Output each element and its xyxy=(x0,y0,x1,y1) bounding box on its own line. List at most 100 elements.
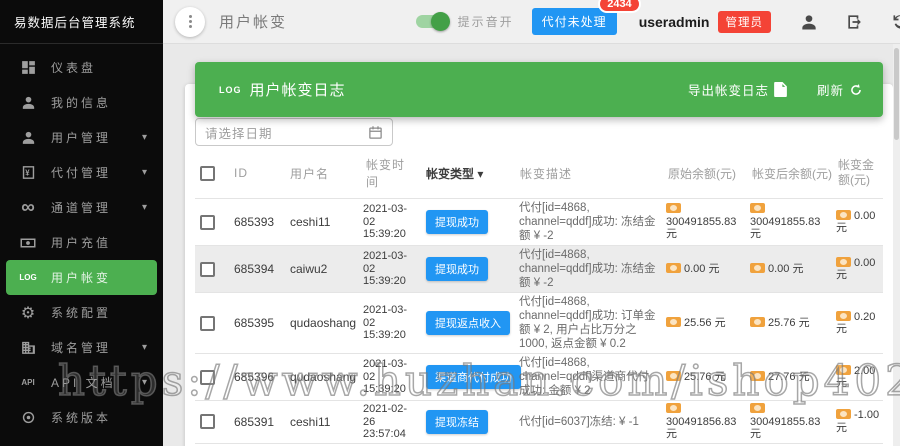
header-type-filter[interactable]: 帐变类型 ▾ xyxy=(421,150,515,199)
banknote-icon xyxy=(750,203,765,213)
log-tag: LOG xyxy=(219,85,242,95)
sidebar-item-label: 通道管理 xyxy=(51,199,111,216)
cell-balance-before: 25.76 元 xyxy=(663,354,747,401)
calendar-icon xyxy=(368,125,383,140)
refresh-button[interactable]: 刷新 xyxy=(817,80,863,99)
cell-balance-before: 25.56 元 xyxy=(663,293,747,354)
person-icon xyxy=(17,94,39,111)
chevron-down-icon: ▾ xyxy=(142,132,150,143)
banknote-icon xyxy=(666,403,681,413)
banknote-icon xyxy=(666,263,681,273)
sidebar-item-label: 域名管理 xyxy=(51,339,111,356)
chevron-down-icon: ▾ xyxy=(477,167,483,181)
cell-balance-after: 300491855.83 元 xyxy=(747,199,833,246)
user-icon xyxy=(17,129,39,146)
cell-desc: 代付[id=4868, channel=qddf]成功: 冻结金额 ¥ -2 xyxy=(515,199,663,246)
sidebar-item-system-version[interactable]: 系统版本 xyxy=(0,400,163,435)
banknote-icon xyxy=(750,371,765,381)
page-title: 用户帐变 xyxy=(219,11,287,32)
log-card: 请选择日期 ID 用户名 帐变时间 帐变类型 ▾ xyxy=(185,84,893,446)
banknote-icon xyxy=(836,365,851,375)
sidebar-item-user-recharge[interactable]: 用户充值 xyxy=(0,225,163,260)
logout-icon[interactable] xyxy=(845,12,865,32)
sound-toggle-label: 提示音开 xyxy=(458,13,514,30)
sidebar-item-payout-mgmt[interactable]: ¥ 代付管理 ▾ xyxy=(0,155,163,190)
row-checkbox[interactable] xyxy=(200,316,215,331)
sidebar-item-label: 用户充值 xyxy=(51,234,111,251)
version-icon xyxy=(17,409,39,426)
type-badge: 提现返点收入 xyxy=(426,311,510,335)
sidebar-item-my-info[interactable]: 我的信息 xyxy=(0,85,163,120)
banknote-icon xyxy=(836,311,851,321)
row-checkbox[interactable] xyxy=(200,414,215,429)
cell-balance-before: 300491855.83 元 xyxy=(663,199,747,246)
pending-payout-wrap: 代付未处理 2434 xyxy=(532,8,617,35)
banknote-icon xyxy=(666,371,681,381)
header-amount: 帐变金额(元) xyxy=(833,150,883,199)
panel-title: 用户帐变日志 xyxy=(250,79,346,100)
vertical-scrollbar[interactable] xyxy=(893,44,900,446)
refresh-icon xyxy=(849,83,863,97)
cell-time: 2021-03-02 15:39:20 xyxy=(361,199,421,246)
app-root: 易数据后台管理系统 仪表盘 我的信息 用户管理 ▾ xyxy=(0,0,900,446)
cell-balance-after: 25.76 元 xyxy=(747,293,833,354)
infinity-icon: ∞ xyxy=(17,203,39,213)
table-row: 685393ceshi112021-03-02 15:39:20提现成功代付[i… xyxy=(195,199,883,246)
top-navbar: 用户帐变 提示音开 代付未处理 2434 useradmin 管理员 xyxy=(163,0,900,44)
header-username: 用户名 xyxy=(285,150,361,199)
sidebar-item-label: 用户帐变 xyxy=(51,269,111,286)
api-icon: API xyxy=(17,378,39,387)
sound-toggle[interactable] xyxy=(416,15,448,28)
cell-time: 2021-03-02 15:39:20 xyxy=(361,246,421,293)
gear-icon: ⚙ xyxy=(17,303,39,323)
building-icon xyxy=(17,339,39,356)
cell-desc: 代付[id=4868, channel=qddf]渠道商代付成功: 金额 ¥ 2 xyxy=(515,354,663,401)
export-log-button[interactable]: 导出帐变日志 xyxy=(688,80,787,99)
card-body: 请选择日期 ID 用户名 帐变时间 帐变类型 ▾ xyxy=(195,118,883,446)
type-badge: 提现冻结 xyxy=(426,410,488,434)
sidebar-item-api-docs[interactable]: API API 文档 ▾ xyxy=(0,365,163,400)
sidebar-item-label: 系统版本 xyxy=(51,409,111,426)
date-picker[interactable]: 请选择日期 xyxy=(195,118,393,146)
history-icon[interactable] xyxy=(891,12,900,32)
cell-balance-before: 300491856.83 元 xyxy=(663,401,747,444)
table-header-row: ID 用户名 帐变时间 帐变类型 ▾ 帐变描述 原始余额(元) 帐变后余额(元)… xyxy=(195,150,883,199)
row-checkbox[interactable] xyxy=(200,215,215,230)
header-time: 帐变时间 xyxy=(361,150,421,199)
cell-desc: 代付[id=4868, channel=qddf]成功: 冻结金额 ¥ -2 xyxy=(515,246,663,293)
cell-balance-after: 300491855.83 元 xyxy=(747,401,833,444)
type-badge: 渠道商代付成功 xyxy=(426,365,521,389)
menu-kebab-button[interactable] xyxy=(175,7,205,37)
account-change-table: ID 用户名 帐变时间 帐变类型 ▾ 帐变描述 原始余额(元) 帐变后余额(元)… xyxy=(195,150,883,446)
app-title: 易数据后台管理系统 xyxy=(0,0,163,44)
cell-type: 提现冻结 xyxy=(421,401,515,444)
row-checkbox[interactable] xyxy=(200,262,215,277)
scrollbar-thumb[interactable] xyxy=(894,48,899,140)
banknote-icon xyxy=(836,257,851,267)
person-icon[interactable] xyxy=(799,12,819,32)
notification-count-badge: 2434 xyxy=(598,0,640,13)
cell-desc: 代付[id=6037]冻结: ¥ -1 xyxy=(515,401,663,444)
banknote-icon xyxy=(666,203,681,213)
cell-type: 提现成功 xyxy=(421,199,515,246)
sidebar-item-label: 用户管理 xyxy=(51,129,111,146)
panel-actions: 导出帐变日志 刷新 xyxy=(688,80,863,99)
sidebar-item-dashboard[interactable]: 仪表盘 xyxy=(0,50,163,85)
select-all-checkbox[interactable] xyxy=(200,166,215,181)
cell-id: 685395 xyxy=(229,293,285,354)
role-badge: 管理员 xyxy=(718,11,772,33)
sidebar-item-domain-mgmt[interactable]: 域名管理 ▾ xyxy=(0,330,163,365)
sidebar-item-system-config[interactable]: ⚙ 系统配置 xyxy=(0,295,163,330)
cell-id: 685394 xyxy=(229,246,285,293)
sidebar-item-user-account-change[interactable]: LOG 用户帐变 xyxy=(6,260,157,295)
sidebar-item-channel-mgmt[interactable]: ∞ 通道管理 ▾ xyxy=(0,190,163,225)
type-badge: 提现成功 xyxy=(426,257,488,281)
cell-amount: 0.00 元 xyxy=(833,246,883,293)
row-checkbox[interactable] xyxy=(200,370,215,385)
cell-checkbox xyxy=(195,199,229,246)
cell-checkbox xyxy=(195,246,229,293)
sidebar-item-label: 代付管理 xyxy=(51,164,111,181)
banknote-icon xyxy=(750,317,765,327)
header-balance-after: 帐变后余额(元) xyxy=(747,150,833,199)
sidebar-item-user-mgmt[interactable]: 用户管理 ▾ xyxy=(0,120,163,155)
